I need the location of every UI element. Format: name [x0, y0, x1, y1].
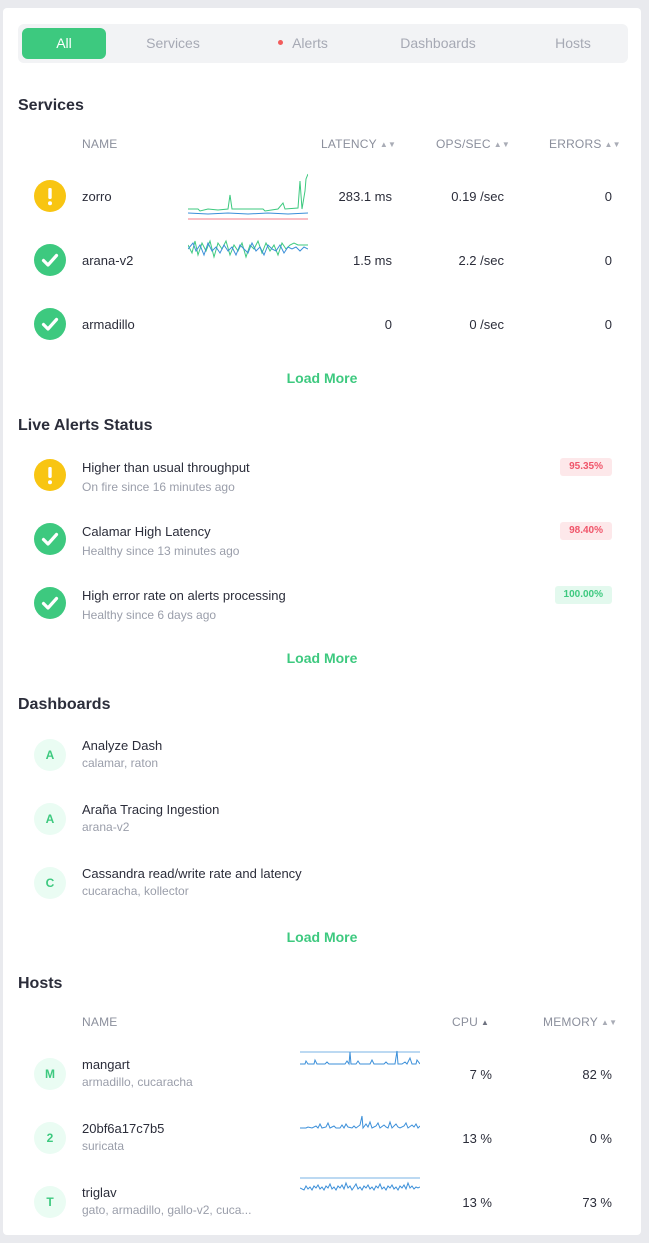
hosts-title: Hosts — [18, 975, 63, 992]
service-name[interactable]: armadillo — [82, 317, 135, 332]
services-col-name[interactable]: NAME — [82, 137, 117, 151]
warning-status-icon — [34, 459, 66, 491]
ops-header-label: OPS/SEC — [436, 137, 491, 151]
check-status-icon — [34, 244, 66, 276]
dashboard-name[interactable]: Araña Tracing Ingestion — [82, 802, 219, 817]
host-avatar: 2 — [34, 1122, 66, 1154]
service-latency: 0 — [384, 317, 392, 332]
dashboards-title: Dashboards — [18, 696, 111, 713]
sort-icon: ▲▼ — [493, 140, 510, 149]
dashboard-name[interactable]: Cassandra read/write rate and latency — [82, 866, 302, 881]
check-status-icon — [34, 587, 66, 619]
cpu-header-label: CPU — [452, 1015, 478, 1029]
dashboard-avatar: A — [34, 739, 66, 771]
tab-bar: All Services Alerts Dashboards Hosts — [18, 24, 628, 63]
host-name[interactable]: mangart — [82, 1057, 130, 1072]
host-name[interactable]: triglav — [82, 1185, 117, 1200]
sort-icon: ▲▼ — [379, 140, 397, 149]
tab-alerts-label: Alerts — [292, 35, 328, 51]
host-cpu-sparkline — [300, 1050, 420, 1066]
dashboard-services: calamar, raton — [82, 756, 159, 770]
host-services: gato, armadillo, gallo-v2, cuca... — [82, 1203, 252, 1217]
service-errors: 0 — [604, 317, 612, 332]
alert-badge: 100.00% — [554, 586, 612, 604]
host-memory: 0 % — [589, 1131, 612, 1146]
hosts-col-cpu[interactable]: CPU ▲ — [452, 1015, 489, 1029]
host-cpu-sparkline — [300, 1177, 420, 1191]
hosts-col-name[interactable]: NAME — [82, 1015, 117, 1029]
dashboard-services: cucaracha, kollector — [82, 884, 189, 898]
dashboard-services: arana-v2 — [82, 820, 130, 834]
alerts-load-more-button[interactable]: Load More — [3, 650, 641, 666]
alert-badge: 95.35% — [560, 458, 612, 476]
tab-dashboards[interactable]: Dashboards — [383, 28, 493, 59]
host-avatar: T — [34, 1186, 66, 1218]
service-errors: 0 — [604, 189, 612, 204]
host-cpu: 7 % — [469, 1067, 492, 1082]
services-title: Services — [18, 97, 84, 114]
service-latency-sparkline — [188, 239, 308, 259]
alert-status-text: Healthy since 6 days ago — [82, 608, 217, 622]
host-cpu: 13 % — [462, 1131, 492, 1146]
services-col-ops[interactable]: OPS/SEC ▲▼ — [436, 137, 510, 151]
memory-header-label: MEMORY — [543, 1015, 598, 1029]
services-col-latency[interactable]: LATENCY ▲▼ — [321, 137, 396, 151]
host-memory: 82 % — [582, 1067, 612, 1082]
host-cpu: 13 % — [462, 1195, 492, 1210]
service-latency: 283.1 ms — [338, 189, 392, 204]
latency-header-label: LATENCY — [321, 137, 377, 151]
sort-asc-icon: ▲ — [480, 1018, 490, 1027]
tab-alerts[interactable]: Alerts — [258, 28, 348, 59]
alert-name[interactable]: Higher than usual throughput — [82, 460, 250, 475]
host-avatar: M — [34, 1058, 66, 1090]
check-status-icon — [34, 523, 66, 555]
host-memory: 73 % — [582, 1195, 612, 1210]
service-latency-sparkline — [188, 173, 308, 220]
sort-icon: ▲▼ — [604, 140, 621, 149]
dashboard-name[interactable]: Analyze Dash — [82, 738, 162, 753]
service-latency: 1.5 ms — [352, 253, 392, 268]
alerts-title: Live Alerts Status — [18, 417, 153, 434]
alert-name[interactable]: Calamar High Latency — [82, 524, 211, 539]
service-ops: 0 /sec — [469, 317, 504, 332]
services-col-errors[interactable]: ERRORS ▲▼ — [549, 137, 621, 151]
dashboard-panel: All Services Alerts Dashboards Hosts Ser… — [3, 8, 641, 1235]
alert-status-text: On fire since 16 minutes ago — [82, 480, 235, 494]
dashboard-avatar: C — [34, 867, 66, 899]
host-services: suricata — [82, 1139, 125, 1153]
dashboards-load-more-button[interactable]: Load More — [3, 929, 641, 945]
alert-dot-icon — [278, 39, 284, 45]
service-ops: 2.2 /sec — [458, 253, 504, 268]
dashboard-avatar: A — [34, 803, 66, 835]
tab-hosts[interactable]: Hosts — [538, 28, 608, 59]
host-name[interactable]: 20bf6a17c7b5 — [82, 1121, 164, 1136]
host-cpu-sparkline — [300, 1115, 420, 1130]
service-errors: 0 — [604, 253, 612, 268]
alert-name[interactable]: High error rate on alerts processing — [82, 588, 286, 603]
alert-status-text: Healthy since 13 minutes ago — [82, 544, 240, 558]
service-name[interactable]: arana-v2 — [82, 253, 133, 268]
errors-header-label: ERRORS — [549, 137, 602, 151]
warning-status-icon — [34, 180, 66, 212]
tab-all[interactable]: All — [22, 28, 106, 59]
service-name[interactable]: zorro — [82, 189, 112, 204]
services-load-more-button[interactable]: Load More — [3, 370, 641, 386]
hosts-col-memory[interactable]: MEMORY ▲▼ — [543, 1015, 617, 1029]
check-status-icon — [34, 308, 66, 340]
alert-badge: 98.40% — [560, 522, 612, 540]
sort-icon: ▲▼ — [600, 1018, 618, 1027]
tab-services[interactable]: Services — [123, 28, 223, 59]
host-services: armadillo, cucaracha — [82, 1075, 193, 1089]
service-ops: 0.19 /sec — [451, 189, 504, 204]
